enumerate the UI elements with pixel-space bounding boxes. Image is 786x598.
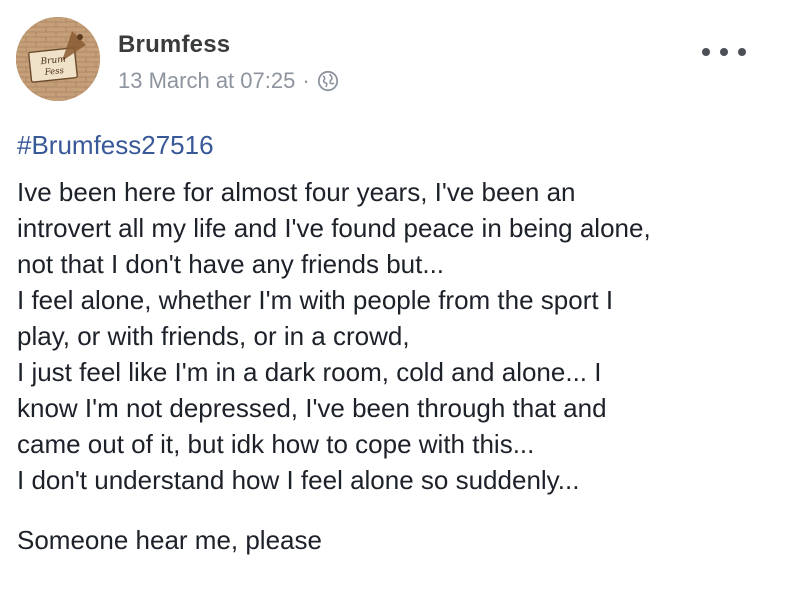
- author-name[interactable]: Brumfess: [118, 30, 230, 60]
- globe-icon[interactable]: [317, 70, 339, 92]
- ellipsis-icon-dot: [702, 48, 710, 56]
- brumfess-logo: Brum Fess: [16, 17, 100, 101]
- post-body-line: I feel alone, whether I'm with people fr…: [17, 285, 614, 315]
- post-body-line: I just feel like I'm in a dark room, col…: [17, 357, 602, 387]
- ellipsis-icon-dot: [738, 48, 746, 56]
- post-meta: 13 March at 07:25 ·: [118, 66, 339, 96]
- hashtag-link[interactable]: #Brumfess27516: [17, 128, 214, 162]
- post-body-line: Ive been here for almost four years, I'v…: [17, 177, 576, 207]
- post-closing-paragraph: Someone hear me, please: [17, 525, 322, 555]
- post-body-line: not that I don't have any friends but...: [17, 249, 445, 279]
- post-body-line: introvert all my life and I've found pea…: [17, 213, 651, 243]
- ellipsis-icon-dot: [720, 48, 728, 56]
- post-timestamp[interactable]: 13 March at 07:25: [118, 66, 295, 96]
- meta-separator: ·: [302, 68, 310, 93]
- post-body: Ive been here for almost four years, I'v…: [17, 174, 777, 498]
- more-options-button[interactable]: [702, 40, 746, 64]
- post-body-line: came out of it, but idk how to cope with…: [17, 429, 535, 459]
- facebook-post: Brum Fess Brumfess 13 March at 07:25 · #…: [0, 0, 786, 598]
- post-body-line: play, or with friends, or in a crowd,: [17, 321, 410, 351]
- post-body-line: I don't understand how I feel alone so s…: [17, 465, 580, 495]
- post-body-line: know I'm not depressed, I've been throug…: [17, 393, 607, 423]
- avatar[interactable]: Brum Fess: [16, 17, 100, 101]
